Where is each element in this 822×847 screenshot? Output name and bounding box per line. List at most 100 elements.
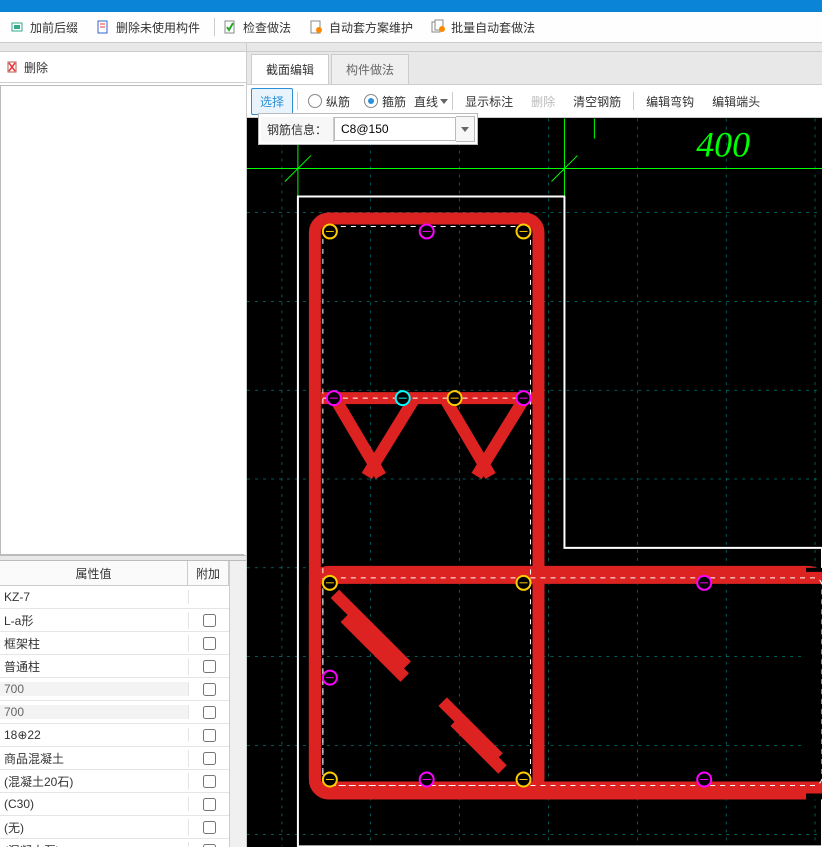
property-row[interactable]: KZ-7 xyxy=(0,586,229,609)
property-row[interactable]: 18⊕22 xyxy=(0,724,229,747)
separator xyxy=(452,92,453,110)
property-extra-checkbox[interactable] xyxy=(203,844,216,847)
property-row[interactable]: 框架柱 xyxy=(0,632,229,655)
property-extra-checkbox[interactable] xyxy=(203,637,216,650)
delete-unused-label: 删除未使用构件 xyxy=(116,19,200,36)
property-extra-checkbox[interactable] xyxy=(203,706,216,719)
longitudinal-radio[interactable]: 纵筋 xyxy=(302,93,356,110)
property-extra-checkbox[interactable] xyxy=(203,798,216,811)
edit-hook-button[interactable]: 编辑弯钩 xyxy=(638,89,702,114)
check-method-button[interactable]: 检查做法 xyxy=(217,17,297,38)
property-extra-checkbox[interactable] xyxy=(203,752,216,765)
radio-dot-on xyxy=(364,94,378,108)
component-tree[interactable] xyxy=(0,85,244,555)
drawing-svg: 400 xyxy=(247,118,822,847)
prefix-suffix-label: 加前后缀 xyxy=(30,19,78,36)
dimension-400: 400 xyxy=(696,125,750,165)
show-label-button[interactable]: 显示标注 xyxy=(457,89,521,114)
rebar-info-label: 钢筋信息： xyxy=(261,117,334,142)
property-row[interactable]: (混凝土泵) xyxy=(0,839,229,847)
property-row[interactable]: 700 xyxy=(0,678,229,701)
property-row[interactable]: 700 xyxy=(0,701,229,724)
property-extra-checkbox[interactable] xyxy=(203,775,216,788)
property-extra-cell xyxy=(189,798,229,811)
property-value[interactable]: 普通柱 xyxy=(0,658,189,675)
separator xyxy=(633,92,634,110)
property-extra-cell xyxy=(189,683,229,696)
stirrup-radio[interactable]: 箍筋 xyxy=(358,93,412,110)
property-value[interactable]: 700 xyxy=(0,682,189,696)
property-extra-checkbox[interactable] xyxy=(203,683,216,696)
select-tool-button[interactable]: 选择 xyxy=(251,88,293,115)
auto-maintain-label: 自动套方案维护 xyxy=(329,19,413,36)
delete-unused-button[interactable]: 删除未使用构件 xyxy=(90,17,206,38)
left-toolbar: 删除 xyxy=(0,52,246,83)
batch-auto-label: 批量自动套做法 xyxy=(451,19,535,36)
property-header: 属性值 附加 xyxy=(0,561,229,586)
batch-auto-button[interactable]: 批量自动套做法 xyxy=(425,17,541,38)
property-value[interactable]: (混凝土20石) xyxy=(0,773,189,790)
radio-dot-off xyxy=(308,94,322,108)
property-extra-checkbox[interactable] xyxy=(203,660,216,673)
property-extra-cell xyxy=(189,775,229,788)
property-value[interactable]: (C30) xyxy=(0,797,189,811)
rebar-info-box: 钢筋信息： xyxy=(258,113,478,145)
delete-button[interactable]: 删除 xyxy=(6,59,48,76)
property-extra-cell xyxy=(189,844,229,847)
tab-section-edit[interactable]: 截面编辑 xyxy=(251,54,329,84)
edit-end-button[interactable]: 编辑端头 xyxy=(704,89,768,114)
right-panel-grip[interactable] xyxy=(247,43,822,52)
property-value[interactable]: (混凝土泵) xyxy=(0,842,189,847)
stirrup-label: 箍筋 xyxy=(382,93,406,110)
line-dropdown[interactable]: 直线 xyxy=(414,93,448,110)
property-value[interactable]: 700 xyxy=(0,705,189,719)
property-value[interactable]: KZ-7 xyxy=(0,590,189,604)
property-extra-cell xyxy=(189,752,229,765)
property-row[interactable]: (混凝土20石) xyxy=(0,770,229,793)
property-row[interactable]: L-a形 xyxy=(0,609,229,632)
property-value[interactable]: 18⊕22 xyxy=(0,728,189,742)
tag-icon xyxy=(10,19,26,35)
property-row[interactable]: (C30) xyxy=(0,793,229,816)
separator xyxy=(297,92,298,110)
prefix-suffix-button[interactable]: 加前后缀 xyxy=(4,17,84,38)
rebar-info-dropdown[interactable] xyxy=(456,116,475,142)
property-extra-checkbox[interactable] xyxy=(203,729,216,742)
auto-maintain-button[interactable]: 自动套方案维护 xyxy=(303,17,419,38)
property-value[interactable]: 框架柱 xyxy=(0,635,189,652)
property-extra-cell xyxy=(189,821,229,834)
property-extra-cell xyxy=(189,706,229,719)
rebar-info-input[interactable] xyxy=(334,117,456,141)
check-icon xyxy=(223,19,239,35)
property-extra-checkbox[interactable] xyxy=(203,821,216,834)
delete-doc-icon xyxy=(96,19,112,35)
property-value[interactable]: (无) xyxy=(0,819,189,836)
property-row[interactable]: (无) xyxy=(0,816,229,839)
property-row[interactable]: 普通柱 xyxy=(0,655,229,678)
property-header-extra: 附加 xyxy=(188,561,229,585)
delete-rebar-button[interactable]: 删除 xyxy=(523,89,563,114)
left-panel-grip[interactable] xyxy=(0,43,246,52)
property-extra-checkbox[interactable] xyxy=(203,614,216,627)
property-header-value: 属性值 xyxy=(0,561,188,585)
property-extra-cell xyxy=(189,637,229,650)
gear-doc-icon xyxy=(309,19,325,35)
property-value[interactable]: L-a形 xyxy=(0,612,189,629)
batch-icon xyxy=(431,19,447,35)
property-extra-cell xyxy=(189,660,229,673)
property-value[interactable]: 商品混凝土 xyxy=(0,750,189,767)
main-toolbar: 加前后缀 删除未使用构件 检查做法 自动套方案维护 批量自动套做法 xyxy=(0,12,822,43)
property-scrollbar[interactable] xyxy=(229,561,246,847)
property-panel: 属性值 附加 KZ-7 L-a形框架柱普通柱 700 700 18⊕22 商品混凝土 (混凝… xyxy=(0,561,246,847)
caret-down-icon xyxy=(461,127,469,132)
title-bar xyxy=(0,0,822,12)
property-extra-cell xyxy=(189,614,229,627)
tab-component-method[interactable]: 构件做法 xyxy=(331,54,409,84)
check-method-label: 检查做法 xyxy=(243,19,291,36)
right-panel: 截面编辑 构件做法 选择 纵筋 箍筋 直线 显示标注 xyxy=(247,43,822,847)
line-label: 直线 xyxy=(414,93,438,110)
clear-rebar-button[interactable]: 清空钢筋 xyxy=(565,89,629,114)
property-row[interactable]: 商品混凝土 xyxy=(0,747,229,770)
delete-icon xyxy=(6,60,20,74)
section-canvas[interactable]: 400 xyxy=(247,118,822,847)
